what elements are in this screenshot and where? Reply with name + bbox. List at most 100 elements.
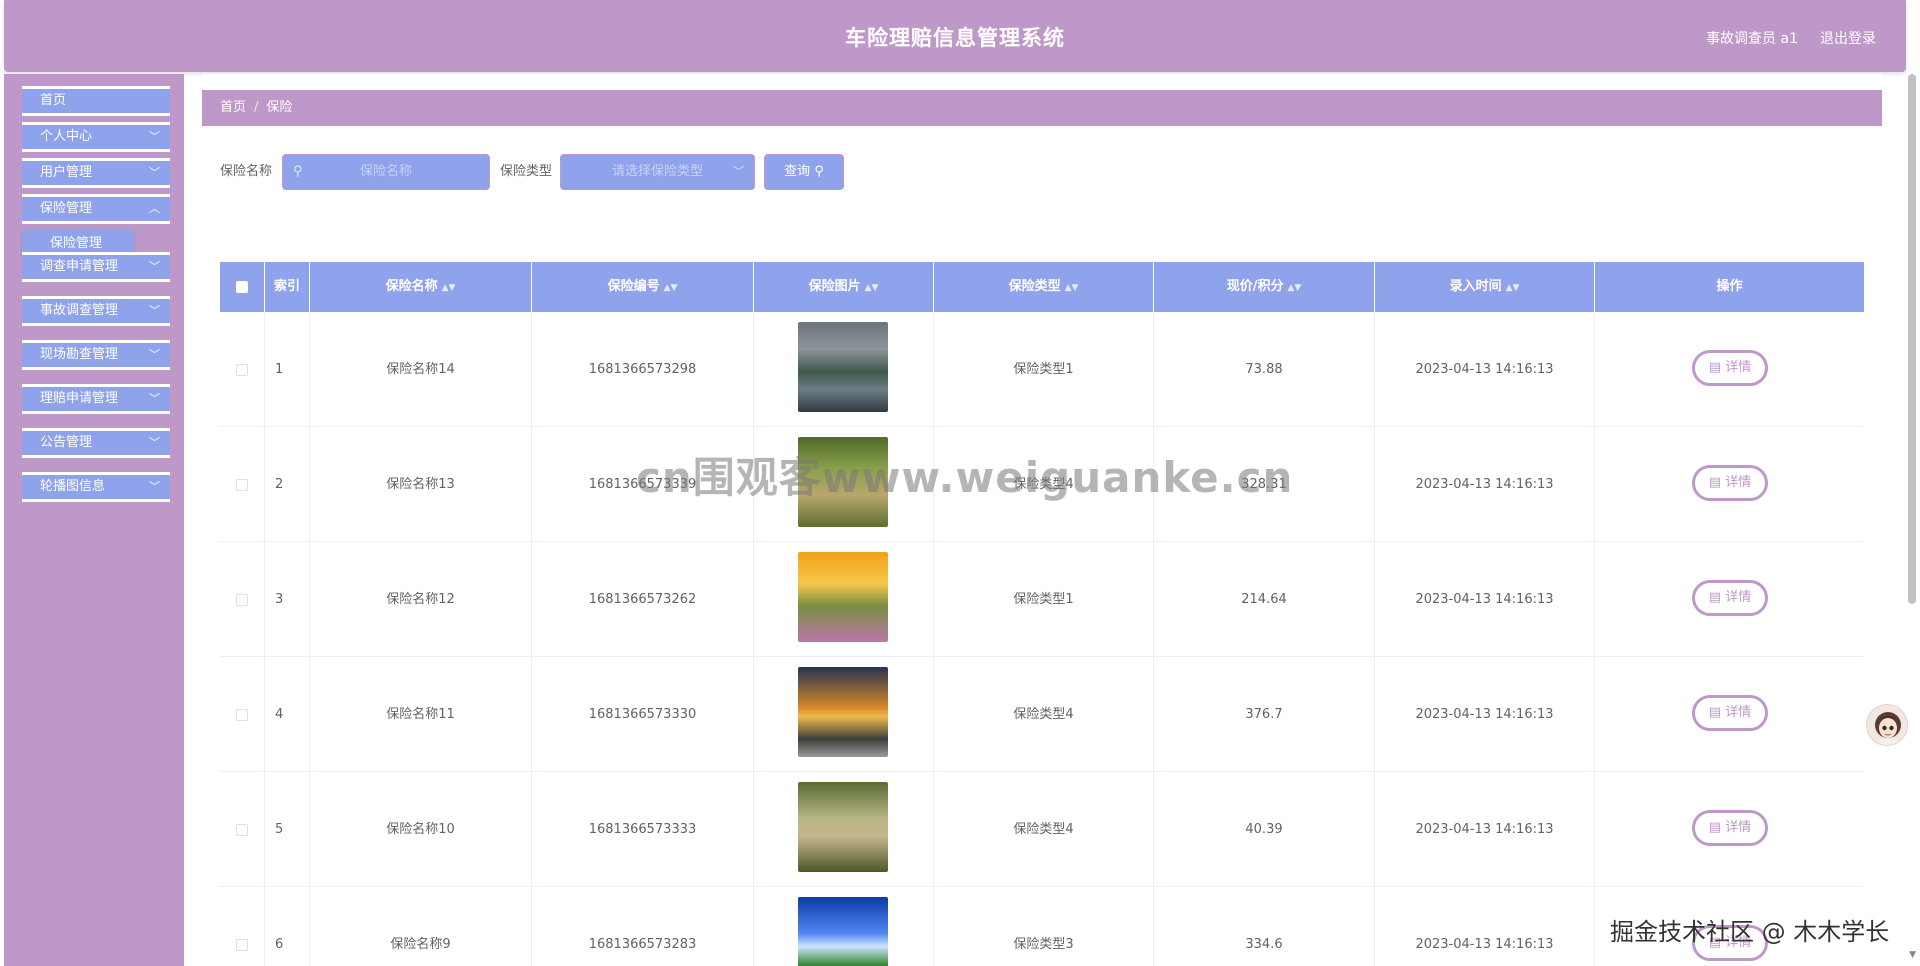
breadcrumb-home[interactable]: 首页 xyxy=(220,100,246,115)
detail-button[interactable]: ▤ 详情 xyxy=(1692,695,1768,731)
sidebar-item-site-survey[interactable]: 现场勘查管理 ﹀ xyxy=(22,340,170,370)
top-header: 车险理赔信息管理系统 事故调查员 a1 退出登录 xyxy=(4,0,1906,72)
insurance-image xyxy=(798,782,888,872)
cell-actions: ▤ 详情 xyxy=(1595,542,1864,657)
document-icon: ▤ xyxy=(1708,475,1726,490)
cell-index: 6 xyxy=(265,887,310,966)
detail-button-label: 详情 xyxy=(1725,590,1752,605)
sort-icon[interactable]: ▲▼ xyxy=(442,283,456,293)
row-checkbox[interactable] xyxy=(236,938,248,951)
cell-price: 334.6 xyxy=(1154,887,1375,966)
select-all-checkbox-cell[interactable] xyxy=(220,262,265,312)
watermark-site: cn围观客www.weiguanke.cn xyxy=(636,453,1294,502)
detail-button[interactable]: ▤ 详情 xyxy=(1692,810,1768,846)
cell-price: 40.39 xyxy=(1154,772,1375,887)
sidebar-item-label: 保险管理 xyxy=(40,201,93,216)
sidebar-item-label: 事故调查管理 xyxy=(40,303,119,318)
scroll-down-arrow-icon[interactable]: ▼ xyxy=(1909,950,1916,960)
sidebar-item-investigation-application[interactable]: 调查申请管理 ﹀ xyxy=(22,252,170,282)
detail-button[interactable]: ▤ 详情 xyxy=(1692,580,1768,616)
row-checkbox-cell[interactable] xyxy=(220,657,265,772)
row-checkbox-cell[interactable] xyxy=(220,427,265,542)
row-checkbox-cell[interactable] xyxy=(220,312,265,427)
sidebar-item-label: 公告管理 xyxy=(40,435,93,450)
row-checkbox-cell[interactable] xyxy=(220,542,265,657)
chevron-down-icon: ﹀ xyxy=(733,165,744,178)
cell-time: 2023-04-13 14:16:13 xyxy=(1375,887,1595,966)
watermark-juejin: 掘金技术社区 @ 木木学长 xyxy=(1610,918,1890,946)
cell-time: 2023-04-13 14:16:13 xyxy=(1375,772,1595,887)
sort-icon[interactable]: ▲▼ xyxy=(865,283,879,293)
sidebar-item-claim-application[interactable]: 理赔申请管理 ﹀ xyxy=(22,384,170,414)
document-icon: ▤ xyxy=(1708,705,1726,720)
insurance-type-select[interactable]: 请选择保险类型 ﹀ xyxy=(560,154,755,190)
scrollbar-thumb[interactable] xyxy=(1908,74,1916,604)
cell-image xyxy=(754,772,934,887)
cell-time: 2023-04-13 14:16:13 xyxy=(1375,657,1595,772)
sidebar-item-label: 理赔申请管理 xyxy=(40,391,119,406)
current-user: 事故调查员 a1 xyxy=(1706,31,1798,47)
sidebar-item-personal-center[interactable]: 个人中心 ﹀ xyxy=(22,122,170,152)
insurance-image xyxy=(798,667,888,757)
cell-image xyxy=(754,542,934,657)
cell-time: 2023-04-13 14:16:13 xyxy=(1375,542,1595,657)
row-checkbox[interactable] xyxy=(236,708,248,721)
column-header-time[interactable]: 录入时间 ▲▼ xyxy=(1375,262,1595,312)
sort-icon[interactable]: ▲▼ xyxy=(1287,283,1301,293)
sidebar-item-carousel[interactable]: 轮播图信息 ﹀ xyxy=(22,472,170,502)
assistant-avatar[interactable] xyxy=(1866,704,1908,746)
sidebar-item-home[interactable]: 首页 xyxy=(22,86,170,116)
chevron-down-icon: ﹀ xyxy=(149,480,160,493)
sort-icon[interactable]: ▲▼ xyxy=(1506,283,1520,293)
cell-name: 保险名称9 xyxy=(310,887,532,966)
breadcrumb-current: 保险 xyxy=(266,100,293,115)
row-checkbox[interactable] xyxy=(236,823,248,836)
insurance-type-label: 保险类型 xyxy=(500,164,553,179)
cell-actions: ▤ 详情 xyxy=(1595,312,1864,427)
sort-icon[interactable]: ▲▼ xyxy=(1065,283,1079,293)
row-checkbox-cell[interactable] xyxy=(220,772,265,887)
cell-actions: ▤ 详情 xyxy=(1595,657,1864,772)
row-checkbox[interactable] xyxy=(236,363,248,376)
detail-button-label: 详情 xyxy=(1725,475,1752,490)
sort-icon[interactable]: ▲▼ xyxy=(664,283,678,293)
cell-code: 1681366573330 xyxy=(532,657,754,772)
column-header-name[interactable]: 保险名称 ▲▼ xyxy=(310,262,532,312)
detail-button[interactable]: ▤ 详情 xyxy=(1692,350,1768,386)
cell-price: 214.64 xyxy=(1154,542,1375,657)
detail-button-label: 详情 xyxy=(1725,360,1752,375)
search-button[interactable]: 查询 ⚲ xyxy=(764,154,844,190)
row-checkbox[interactable] xyxy=(236,593,248,606)
row-checkbox-cell[interactable] xyxy=(220,887,265,966)
column-header-image[interactable]: 保险图片 ▲▼ xyxy=(754,262,934,312)
sidebar-item-insurance-management[interactable]: 保险管理 ︿ xyxy=(22,194,170,224)
app-title: 车险理赔信息管理系统 xyxy=(845,26,1065,50)
column-header-price[interactable]: 现价/积分 ▲▼ xyxy=(1154,262,1375,312)
column-header-type[interactable]: 保险类型 ▲▼ xyxy=(934,262,1154,312)
insurance-name-input[interactable]: ⚲ 保险名称 xyxy=(282,154,490,190)
row-checkbox[interactable] xyxy=(236,478,248,491)
cell-image xyxy=(754,887,934,966)
cell-time: 2023-04-13 14:16:13 xyxy=(1375,427,1595,542)
insurance-image xyxy=(798,552,888,642)
sidebar-item-announcements[interactable]: 公告管理 ﹀ xyxy=(22,428,170,458)
insurance-type-placeholder: 请选择保险类型 xyxy=(611,164,703,179)
breadcrumb: 首页 / 保险 xyxy=(202,90,1882,126)
cell-index: 5 xyxy=(265,772,310,887)
sidebar-item-label: 调查申请管理 xyxy=(40,259,119,274)
cell-price: 73.88 xyxy=(1154,312,1375,427)
column-header-code[interactable]: 保险编号 ▲▼ xyxy=(532,262,754,312)
cell-index: 1 xyxy=(265,312,310,427)
sidebar-item-label: 个人中心 xyxy=(40,129,93,144)
cell-type: 保险类型1 xyxy=(934,542,1154,657)
insurance-name-placeholder: 保险名称 xyxy=(359,164,412,179)
cell-image xyxy=(754,657,934,772)
detail-button[interactable]: ▤ 详情 xyxy=(1692,465,1768,501)
cell-name: 保险名称14 xyxy=(310,312,532,427)
logout-link[interactable]: 退出登录 xyxy=(1820,28,1876,48)
sidebar-item-accident-investigation[interactable]: 事故调查管理 ﹀ xyxy=(22,296,170,326)
sidebar-item-user-management[interactable]: 用户管理 ﹀ xyxy=(22,158,170,188)
chevron-down-icon: ﹀ xyxy=(149,304,160,317)
select-all-checkbox[interactable] xyxy=(236,280,248,293)
cell-actions: ▤ 详情 xyxy=(1595,772,1864,887)
